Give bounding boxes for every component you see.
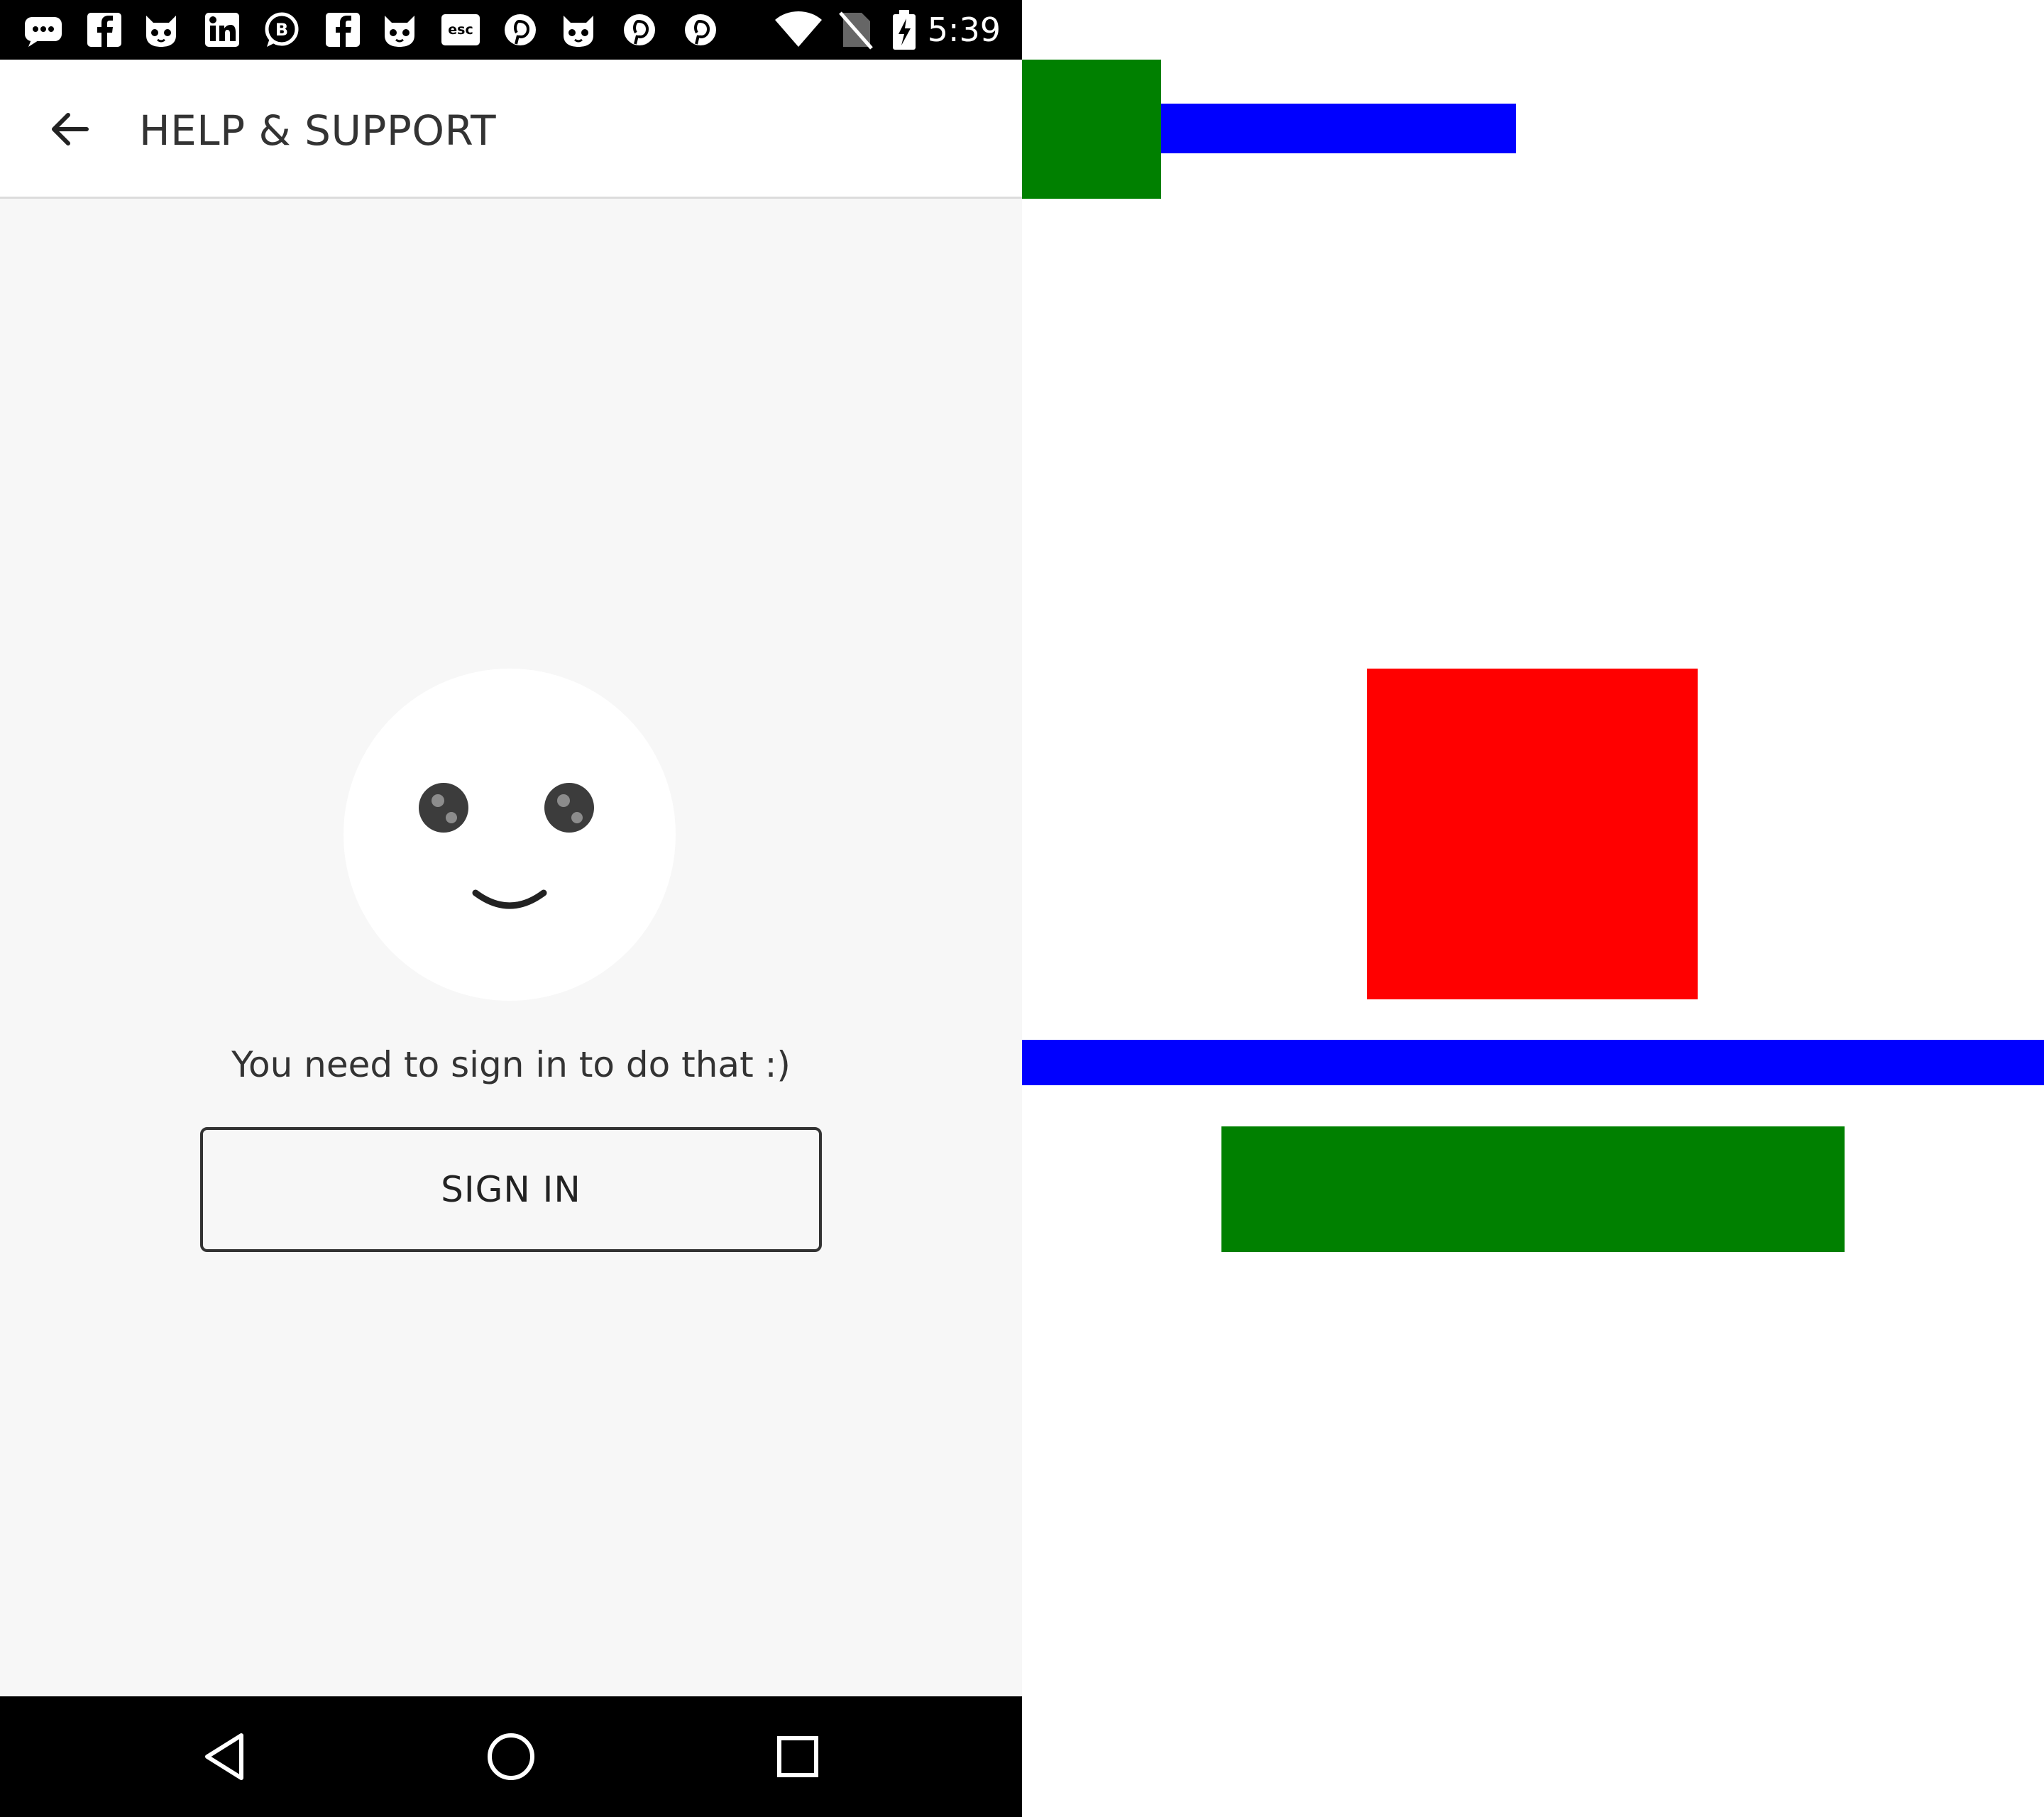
no-sim-icon	[837, 10, 873, 50]
b-chat-icon: B	[261, 11, 302, 48]
page-title: HELP & SUPPORT	[139, 106, 497, 155]
facebook-icon	[322, 11, 363, 48]
sign-in-button[interactable]: SIGN IN	[200, 1127, 822, 1252]
home-circle-icon	[488, 1733, 534, 1780]
app-bar: HELP & SUPPORT	[0, 60, 1022, 199]
sign-in-button-annotation	[1221, 1126, 1845, 1252]
arrow-back-icon	[52, 113, 89, 146]
battery-charging-icon	[891, 10, 917, 50]
nav-recents-button[interactable]	[762, 1721, 833, 1792]
back-triangle-icon	[205, 1733, 243, 1780]
facebook-icon	[84, 11, 125, 48]
svg-text:B: B	[275, 20, 288, 40]
svg-text:esc: esc	[448, 22, 473, 38]
sign-in-message: You need to sign in to do that :)	[231, 1044, 791, 1085]
nav-back-button[interactable]	[192, 1721, 263, 1792]
message-annotation	[1022, 1040, 2044, 1085]
esc-icon: esc	[440, 11, 481, 48]
pinterest-icon	[500, 11, 541, 48]
nav-home-button[interactable]	[476, 1721, 546, 1792]
phone-screen: B esc 5:39 HELP & SUPPORT You need to si…	[0, 0, 1022, 1817]
cat-icon	[141, 11, 182, 48]
recents-square-icon	[777, 1736, 818, 1777]
pinterest-icon	[619, 11, 660, 48]
back-button-annotation	[1022, 60, 1161, 199]
cat-icon	[558, 11, 599, 48]
pinterest-icon	[680, 11, 721, 48]
back-button[interactable]	[35, 95, 104, 163]
status-clock: 5:39	[927, 11, 1001, 49]
wifi-icon	[774, 10, 823, 50]
smiley-face-icon	[344, 669, 676, 1001]
sign-in-prompt: You need to sign in to do that :) SIGN I…	[0, 199, 1022, 1696]
navigation-bar	[0, 1696, 1022, 1817]
cat-icon	[379, 11, 420, 48]
status-bar: B esc 5:39	[0, 0, 1022, 60]
title-annotation	[1161, 104, 1516, 153]
chat-icon	[23, 11, 64, 48]
linkedin-icon	[202, 11, 243, 48]
illustration-annotation	[1367, 669, 1698, 999]
